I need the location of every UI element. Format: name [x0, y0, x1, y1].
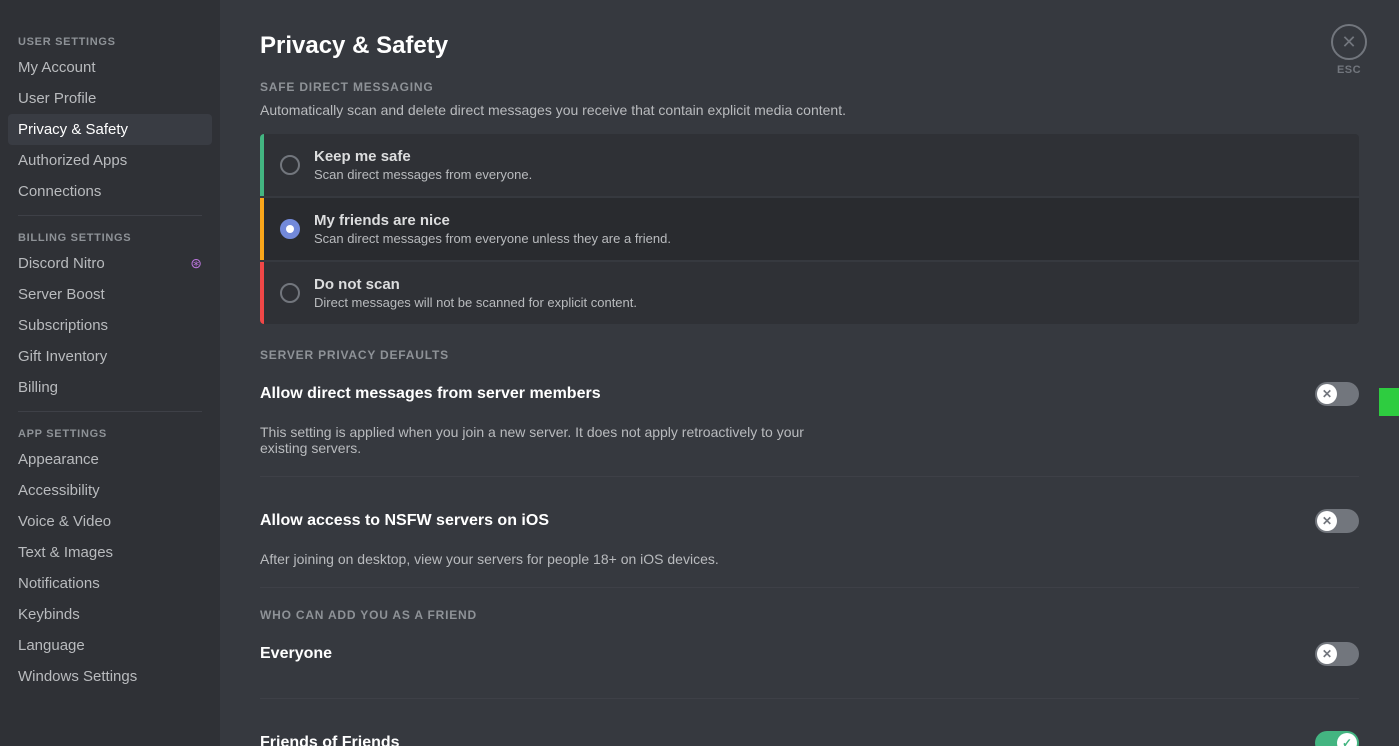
sidebar-item-my-account-label: My Account: [18, 59, 96, 76]
sidebar-item-keybinds-label: Keybinds: [18, 606, 80, 623]
radio-title-friends-nice: My friends are nice: [314, 212, 671, 229]
radio-keep-safe[interactable]: Keep me safe Scan direct messages from e…: [260, 134, 1359, 196]
sidebar-item-server-boost-label: Server Boost: [18, 286, 105, 303]
divider-nsfw: [260, 476, 1359, 477]
sidebar-item-voice-video-label: Voice & Video: [18, 513, 111, 530]
divider-fof: [260, 698, 1359, 699]
sidebar-item-privacy-safety[interactable]: Privacy & Safety: [8, 114, 212, 145]
divider-2: [18, 411, 202, 412]
radio-desc-keep-safe: Scan direct messages from everyone.: [314, 167, 532, 182]
radio-friends-nice[interactable]: My friends are nice Scan direct messages…: [260, 198, 1359, 260]
toggle-nsfw-row: Allow access to NSFW servers on iOS ✕: [260, 497, 1359, 545]
sidebar-item-text-images-label: Text & Images: [18, 544, 113, 561]
who-can-add-label: WHO CAN ADD YOU AS A FRIEND: [260, 608, 1359, 622]
toggle-dm-button[interactable]: ✕: [1315, 382, 1359, 406]
sidebar-item-windows-settings[interactable]: Windows Settings: [8, 661, 212, 692]
sidebar-item-privacy-safety-label: Privacy & Safety: [18, 121, 128, 138]
radio-title-keep-safe: Keep me safe: [314, 148, 532, 165]
safe-dm-label: SAFE DIRECT MESSAGING: [260, 80, 1359, 94]
esc-circle: ✕: [1331, 24, 1367, 60]
sidebar-item-voice-video[interactable]: Voice & Video: [8, 506, 212, 537]
sidebar-item-subscriptions-label: Subscriptions: [18, 317, 108, 334]
sidebar-item-my-account[interactable]: My Account: [8, 52, 212, 83]
radio-desc-friends-nice: Scan direct messages from everyone unles…: [314, 231, 671, 246]
sidebar-item-accessibility[interactable]: Accessibility: [8, 475, 212, 506]
toggle-nsfw-section: Allow access to NSFW servers on iOS ✕ Af…: [260, 497, 1359, 567]
sidebar-item-user-profile-label: User Profile: [18, 90, 96, 107]
toggle-everyone-section: Everyone ✕: [260, 630, 1359, 678]
sidebar-item-windows-settings-label: Windows Settings: [18, 668, 137, 685]
toggle-everyone-icon: ✕: [1322, 647, 1332, 661]
toggle-dm-icon: ✕: [1322, 387, 1332, 401]
divider-friend: [260, 587, 1359, 588]
toggle-everyone-row: Everyone ✕: [260, 630, 1359, 678]
sidebar-item-appearance[interactable]: Appearance: [8, 444, 212, 475]
sidebar-item-language[interactable]: Language: [8, 630, 212, 661]
toggle-fof-label: Friends of Friends: [260, 734, 400, 746]
sidebar-item-appearance-label: Appearance: [18, 451, 99, 468]
sidebar-item-notifications-label: Notifications: [18, 575, 100, 592]
sidebar: USER SETTINGS My Account User Profile Pr…: [0, 0, 220, 746]
sidebar-item-user-profile[interactable]: User Profile: [8, 83, 212, 114]
radio-text-friends-nice: My friends are nice Scan direct messages…: [314, 212, 671, 246]
green-arrow-annotation: [1379, 374, 1399, 430]
toggle-dm-knob: ✕: [1317, 384, 1337, 404]
toggle-nsfw-icon: ✕: [1322, 514, 1332, 528]
sidebar-item-gift-inventory[interactable]: Gift Inventory: [8, 341, 212, 372]
radio-circle-do-not-scan: [280, 283, 300, 303]
radio-desc-do-not-scan: Direct messages will not be scanned for …: [314, 295, 637, 310]
sidebar-item-subscriptions[interactable]: Subscriptions: [8, 310, 212, 341]
toggle-fof-section: Friends of Friends ✓: [260, 719, 1359, 746]
sidebar-item-discord-nitro[interactable]: Discord Nitro ⊛: [8, 248, 212, 279]
nitro-icon: ⊛: [190, 255, 202, 272]
toggle-fof-button[interactable]: ✓: [1315, 731, 1359, 746]
billing-settings-label: BILLING SETTINGS: [8, 224, 212, 248]
esc-label: ESC: [1337, 64, 1361, 76]
radio-circle-friends-nice: [280, 219, 300, 239]
toggle-everyone-knob: ✕: [1317, 644, 1337, 664]
sidebar-item-gift-inventory-label: Gift Inventory: [18, 348, 107, 365]
toggle-dm-section: Allow direct messages from server member…: [260, 370, 1359, 456]
sidebar-item-billing[interactable]: Billing: [8, 372, 212, 403]
arrow-svg: [1379, 374, 1399, 430]
divider-1: [18, 215, 202, 216]
toggle-everyone-button[interactable]: ✕: [1315, 642, 1359, 666]
sidebar-item-accessibility-label: Accessibility: [18, 482, 100, 499]
toggle-nsfw-description: After joining on desktop, view your serv…: [260, 551, 840, 567]
esc-button[interactable]: ✕ ESC: [1331, 24, 1367, 76]
sidebar-item-language-label: Language: [18, 637, 85, 654]
safe-dm-radio-group: Keep me safe Scan direct messages from e…: [260, 134, 1359, 324]
sidebar-item-text-images[interactable]: Text & Images: [8, 537, 212, 568]
radio-title-do-not-scan: Do not scan: [314, 276, 637, 293]
toggle-dm-description: This setting is applied when you join a …: [260, 424, 840, 456]
sidebar-item-billing-label: Billing: [18, 379, 58, 396]
radio-circle-keep-safe: [280, 155, 300, 175]
sidebar-item-keybinds[interactable]: Keybinds: [8, 599, 212, 630]
toggle-dm-label: Allow direct messages from server member…: [260, 385, 601, 403]
page-title: Privacy & Safety: [260, 32, 1359, 60]
sidebar-item-authorized-apps-label: Authorized Apps: [18, 152, 127, 169]
user-settings-label: USER SETTINGS: [8, 28, 212, 52]
toggle-fof-row: Friends of Friends ✓: [260, 719, 1359, 746]
server-privacy-label: SERVER PRIVACY DEFAULTS: [260, 348, 1359, 362]
toggle-nsfw-knob: ✕: [1317, 511, 1337, 531]
toggle-nsfw-label: Allow access to NSFW servers on iOS: [260, 512, 549, 530]
toggle-fof-icon: ✓: [1342, 736, 1352, 746]
main-content: ✕ ESC Privacy & Safety SAFE DIRECT MESSA…: [220, 0, 1399, 746]
sidebar-item-server-boost[interactable]: Server Boost: [8, 279, 212, 310]
sidebar-item-connections[interactable]: Connections: [8, 176, 212, 207]
radio-text-do-not-scan: Do not scan Direct messages will not be …: [314, 276, 637, 310]
sidebar-item-notifications[interactable]: Notifications: [8, 568, 212, 599]
toggle-dm-row: Allow direct messages from server member…: [260, 370, 1359, 418]
sidebar-item-discord-nitro-label: Discord Nitro: [18, 255, 105, 272]
toggle-fof-knob: ✓: [1337, 733, 1357, 746]
sidebar-item-connections-label: Connections: [18, 183, 101, 200]
safe-dm-description: Automatically scan and delete direct mes…: [260, 102, 1359, 118]
toggle-nsfw-button[interactable]: ✕: [1315, 509, 1359, 533]
app-settings-label: APP SETTINGS: [8, 420, 212, 444]
sidebar-item-authorized-apps[interactable]: Authorized Apps: [8, 145, 212, 176]
toggle-everyone-label: Everyone: [260, 645, 332, 663]
radio-do-not-scan[interactable]: Do not scan Direct messages will not be …: [260, 262, 1359, 324]
radio-text-keep-safe: Keep me safe Scan direct messages from e…: [314, 148, 532, 182]
